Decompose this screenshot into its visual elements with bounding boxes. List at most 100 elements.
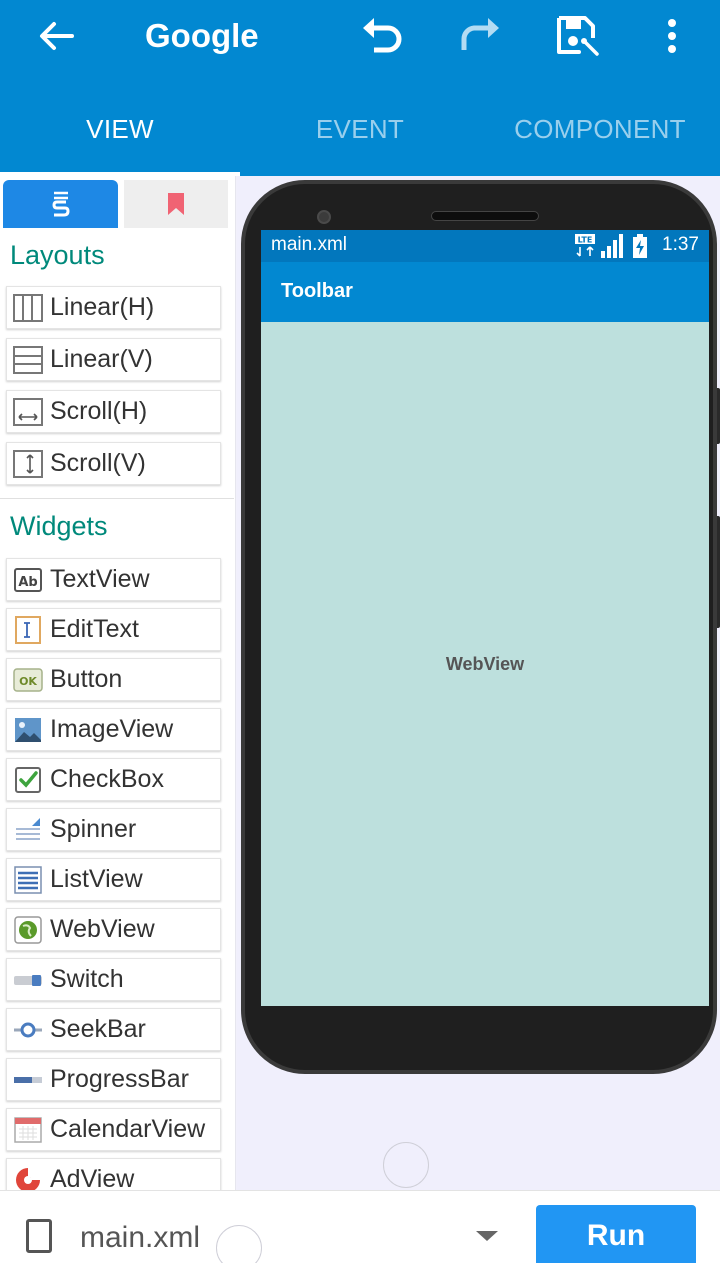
palette-item-label: Spinner <box>50 815 137 843</box>
save-button[interactable] <box>553 12 601 60</box>
palette-item-spinner[interactable]: Spinner <box>6 808 221 851</box>
checkbox-icon <box>13 765 43 795</box>
layouts-section-title: Layouts <box>10 240 105 270</box>
save-icon <box>557 16 599 56</box>
widgets-section-title: Widgets <box>10 511 108 541</box>
palette-item-label: AdView <box>50 1165 135 1190</box>
linear-vertical-icon <box>13 345 43 375</box>
lte-signal-icon: LTE <box>575 234 623 258</box>
phone-screen: main.xml LTE 1:37 Toolbar WebView <box>261 230 709 1006</box>
textview-icon: Ab <box>13 565 43 595</box>
palette-item-adview[interactable]: AdView <box>6 1158 221 1190</box>
palette-item-switch[interactable]: Switch <box>6 958 221 1001</box>
palette-item-label: Scroll(V) <box>50 449 146 477</box>
file-selector[interactable]: main.xml <box>80 1221 200 1255</box>
webview-icon <box>13 915 43 945</box>
linear-horizontal-icon <box>13 293 43 323</box>
bookmark-icon <box>168 193 184 215</box>
status-time: 1:37 <box>662 234 699 255</box>
redo-button[interactable] <box>456 12 504 60</box>
touch-indicator <box>383 1142 429 1188</box>
phone-speaker <box>431 211 539 221</box>
widget-palette: Layouts Linear(H) Linear(V) Scroll(H) Sc… <box>0 176 236 1190</box>
palette-item-listview[interactable]: ListView <box>6 858 221 901</box>
palette-item-calendarview[interactable]: CalendarView <box>6 1108 221 1151</box>
palette-item-imageview[interactable]: ImageView <box>6 708 221 751</box>
palette-item-label: SeekBar <box>50 1015 146 1043</box>
listview-icon <box>13 865 43 895</box>
scroll-vertical-icon <box>13 449 43 479</box>
preview-toolbar-title: Toolbar <box>281 280 353 302</box>
tab-event[interactable]: EVENT <box>240 92 480 176</box>
palette-item-label: CheckBox <box>50 765 164 793</box>
palette-item-label: Linear(V) <box>50 345 153 373</box>
palette-item-scroll-h[interactable]: Scroll(H) <box>6 390 221 433</box>
palette-item-label: WebView <box>50 915 155 943</box>
more-vert-icon <box>668 19 676 53</box>
status-file-name: main.xml <box>271 234 348 255</box>
phone-frame: main.xml LTE 1:37 Toolbar WebView <box>241 180 717 1074</box>
palette-tab-widgets[interactable] <box>3 180 118 228</box>
spinner-icon <box>13 815 43 845</box>
editor-tabs: VIEW EVENT COMPONENT <box>0 92 720 176</box>
adview-icon <box>13 1165 43 1190</box>
phone-camera <box>317 210 331 224</box>
chevron-down-icon[interactable] <box>476 1231 498 1241</box>
palette-item-label: CalendarView <box>50 1115 206 1143</box>
app-bar: Google VIEW EVENT COMPONENT <box>0 0 720 176</box>
toolbar-row: Google <box>0 0 720 72</box>
palette-tab-bookmark[interactable] <box>124 180 228 228</box>
imageview-icon <box>13 715 43 745</box>
touch-indicator <box>216 1225 262 1263</box>
undo-button[interactable] <box>358 12 406 60</box>
webview-label: WebView <box>445 654 525 674</box>
palette-item-scroll-v[interactable]: Scroll(V) <box>6 442 221 485</box>
tab-component[interactable]: COMPONENT <box>480 92 720 176</box>
palette-item-webview[interactable]: WebView <box>6 908 221 951</box>
webview-widget[interactable]: WebView <box>261 322 709 1006</box>
switch-icon <box>13 965 43 995</box>
palette-item-linear-h[interactable]: Linear(H) <box>6 286 221 329</box>
palette-item-label: Switch <box>50 965 124 993</box>
back-button[interactable] <box>30 14 82 58</box>
palette-item-label: Scroll(H) <box>50 397 148 425</box>
palette-item-label: Linear(H) <box>50 293 155 321</box>
battery-icon <box>633 234 647 258</box>
seekbar-icon <box>13 1015 43 1045</box>
back-arrow-icon <box>40 22 74 50</box>
palette-widgets-icon <box>51 191 70 217</box>
svg-text:Ab: Ab <box>18 575 37 590</box>
undo-icon <box>363 18 402 53</box>
file-icon <box>26 1219 52 1253</box>
edittext-icon <box>13 615 43 645</box>
svg-text:LTE: LTE <box>578 236 593 245</box>
palette-item-seekbar[interactable]: SeekBar <box>6 1008 221 1051</box>
palette-item-label: ProgressBar <box>50 1065 189 1093</box>
scroll-horizontal-icon <box>13 397 43 427</box>
redo-icon <box>461 18 499 50</box>
button-icon: OK <box>13 665 43 695</box>
palette-item-label: ListView <box>50 865 143 893</box>
palette-item-label: Button <box>50 665 123 693</box>
more-options-button[interactable] <box>648 12 696 60</box>
svg-text:OK: OK <box>19 675 37 688</box>
status-bar: main.xml LTE 1:37 <box>261 230 709 262</box>
tab-view[interactable]: VIEW <box>0 92 240 176</box>
project-title: Google <box>145 17 259 54</box>
palette-item-checkbox[interactable]: CheckBox <box>6 758 221 801</box>
run-button[interactable]: Run <box>536 1205 696 1263</box>
palette-item-label: TextView <box>50 565 150 593</box>
bottom-bar: main.xml Run <box>0 1190 720 1263</box>
palette-item-edittext[interactable]: EditText <box>6 608 221 651</box>
calendarview-icon <box>13 1115 43 1145</box>
progressbar-icon <box>13 1065 43 1095</box>
design-preview: main.xml LTE 1:37 Toolbar WebView <box>237 176 720 1190</box>
palette-item-label: ImageView <box>50 715 174 743</box>
preview-toolbar: Toolbar <box>261 262 709 322</box>
palette-item-progressbar[interactable]: ProgressBar <box>6 1058 221 1101</box>
palette-item-textview[interactable]: Ab TextView <box>6 558 221 601</box>
palette-item-label: EditText <box>50 615 139 643</box>
palette-item-linear-v[interactable]: Linear(V) <box>6 338 221 381</box>
status-icons: LTE <box>575 234 647 258</box>
palette-item-button[interactable]: OK Button <box>6 658 221 701</box>
